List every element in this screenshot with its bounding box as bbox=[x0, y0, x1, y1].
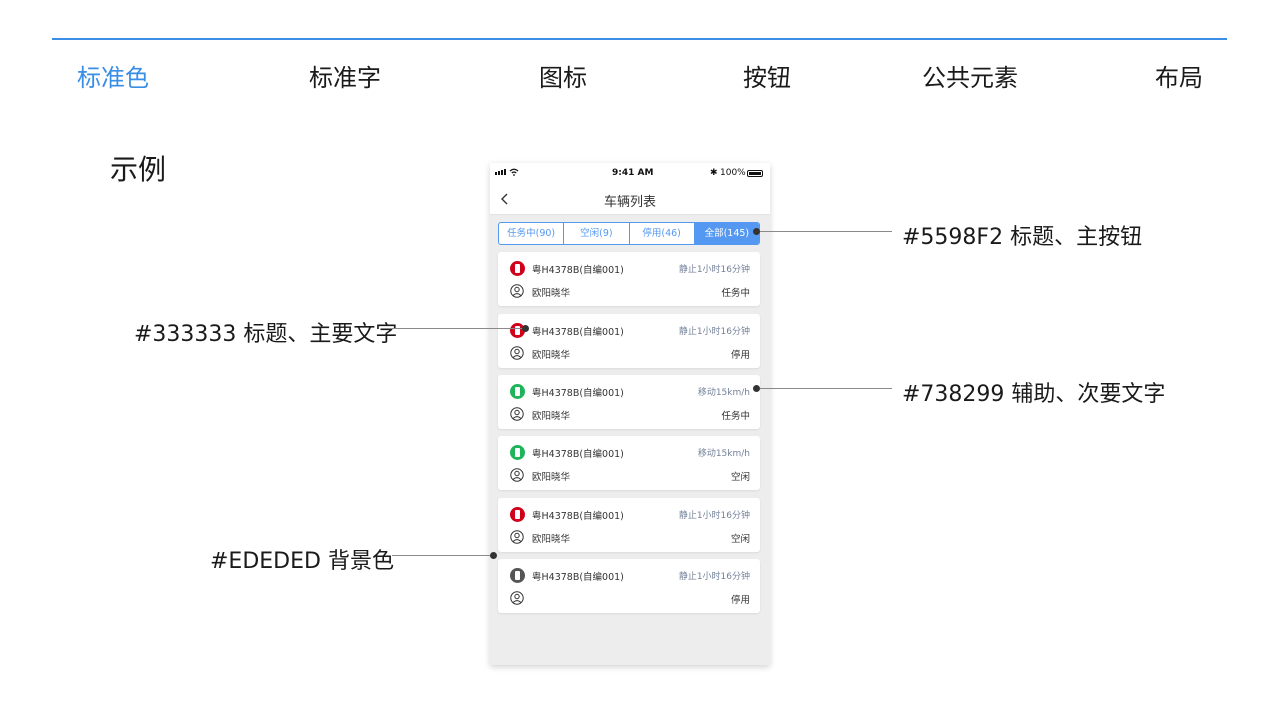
status-time: 9:41 AM bbox=[612, 168, 654, 178]
driver-name: 欧阳晓华 bbox=[532, 288, 571, 299]
vehicle-icon bbox=[510, 507, 525, 522]
bluetooth-icon: ✱ bbox=[710, 168, 718, 178]
vehicle-state: 空闲 bbox=[730, 534, 750, 545]
nav-standard-color[interactable]: 标准色 bbox=[77, 58, 149, 92]
vehicle-icon bbox=[510, 261, 525, 276]
tab-disabled[interactable]: 停用(46) bbox=[630, 223, 695, 244]
nav-buttons[interactable]: 按钮 bbox=[743, 58, 791, 92]
status-bar: 9:41 AM ✱ 100% bbox=[490, 163, 770, 183]
vehicle-state: 空闲 bbox=[730, 472, 750, 483]
user-icon bbox=[510, 284, 524, 298]
vehicle-motion-status: 静止1小时16分钟 bbox=[678, 511, 750, 521]
vehicle-card[interactable]: 粤H4378B(自编001) 静止1小时16分钟 欧阳晓华 任务中 bbox=[498, 252, 760, 306]
filter-tabs: 任务中(90) 空闲(9) 停用(46) 全部(145) bbox=[498, 222, 760, 245]
vehicle-state: 停用 bbox=[730, 595, 750, 606]
vehicle-card[interactable]: 粤H4378B(自编001) 静止1小时16分钟 停用 bbox=[498, 559, 760, 613]
annotation-line-background bbox=[392, 555, 491, 556]
vehicle-motion-status: 静止1小时16分钟 bbox=[678, 265, 750, 275]
vehicle-motion-status: 静止1小时16分钟 bbox=[678, 327, 750, 337]
tab-in-task[interactable]: 任务中(90) bbox=[499, 223, 565, 244]
user-icon bbox=[510, 591, 524, 605]
vehicle-state: 任务中 bbox=[721, 411, 750, 422]
driver-name: 欧阳晓华 bbox=[532, 411, 571, 422]
signal-icon bbox=[495, 169, 506, 175]
nav-layout[interactable]: 布局 bbox=[1155, 58, 1203, 92]
vehicle-card[interactable]: 粤H4378B(自编001) 移动15km/h 欧阳晓华 任务中 bbox=[498, 375, 760, 429]
user-icon bbox=[510, 530, 524, 544]
navigation-bar: 车辆列表 bbox=[490, 183, 770, 215]
vehicle-card[interactable]: 粤H4378B(自编001) 静止1小时16分钟 欧阳晓华 停用 bbox=[498, 314, 760, 368]
vehicle-icon bbox=[510, 568, 525, 583]
nav-icons[interactable]: 图标 bbox=[539, 58, 587, 92]
vehicle-plate: 粤H4378B(自编001) bbox=[532, 388, 624, 399]
annotation-line-text-main bbox=[392, 328, 525, 329]
top-divider bbox=[52, 38, 1227, 40]
annotation-line-primary bbox=[760, 231, 892, 232]
vehicle-plate: 粤H4378B(自编001) bbox=[532, 449, 624, 460]
vehicle-card[interactable]: 粤H4378B(自编001) 移动15km/h 欧阳晓华 空闲 bbox=[498, 436, 760, 490]
driver-name: 欧阳晓华 bbox=[532, 534, 571, 545]
tab-idle[interactable]: 空闲(9) bbox=[564, 223, 630, 244]
nav-standard-font[interactable]: 标准字 bbox=[309, 58, 381, 92]
vehicle-icon bbox=[510, 384, 525, 399]
tab-all[interactable]: 全部(145) bbox=[694, 223, 759, 244]
annotation-dot-text-secondary bbox=[753, 385, 760, 392]
annotation-background: #EDEDED 背景色 bbox=[210, 549, 394, 574]
vehicle-state: 任务中 bbox=[721, 288, 750, 299]
vehicle-plate: 粤H4378B(自编001) bbox=[532, 511, 624, 522]
vehicle-state: 停用 bbox=[730, 350, 750, 361]
phone-mockup: 9:41 AM ✱ 100% 车辆列表 任务中(90) 空闲(9) 停用(46)… bbox=[490, 163, 770, 665]
vehicle-motion-status: 移动15km/h bbox=[697, 449, 750, 459]
annotation-dot-background bbox=[490, 552, 497, 559]
battery-percent: 100% bbox=[720, 168, 746, 178]
driver-name: 欧阳晓华 bbox=[532, 350, 571, 361]
vehicle-plate: 粤H4378B(自编001) bbox=[532, 572, 624, 583]
user-icon bbox=[510, 346, 524, 360]
vehicle-motion-status: 静止1小时16分钟 bbox=[678, 572, 750, 582]
driver-name: 欧阳晓华 bbox=[532, 472, 571, 483]
annotation-primary: #5598F2 标题、主按钮 bbox=[902, 225, 1143, 250]
nav-common-elements[interactable]: 公共元素 bbox=[922, 58, 1018, 92]
section-title: 示例 bbox=[110, 153, 167, 186]
annotation-dot-text-main bbox=[522, 325, 529, 332]
user-icon bbox=[510, 468, 524, 482]
user-icon bbox=[510, 407, 524, 421]
annotation-dot-primary bbox=[753, 228, 760, 235]
wifi-icon bbox=[509, 168, 519, 176]
vehicle-card[interactable]: 粤H4378B(自编001) 静止1小时16分钟 欧阳晓华 空闲 bbox=[498, 498, 760, 552]
battery-icon bbox=[747, 170, 763, 177]
vehicle-plate: 粤H4378B(自编001) bbox=[532, 265, 624, 276]
annotation-text-main: #333333 标题、主要文字 bbox=[134, 322, 398, 347]
vehicle-icon bbox=[510, 445, 525, 460]
annotation-line-text-secondary bbox=[760, 388, 892, 389]
vehicle-motion-status: 移动15km/h bbox=[697, 388, 750, 398]
page-title: 车辆列表 bbox=[603, 195, 656, 210]
vehicle-plate: 粤H4378B(自编001) bbox=[532, 327, 624, 338]
annotation-text-secondary: #738299 辅助、次要文字 bbox=[902, 382, 1166, 407]
